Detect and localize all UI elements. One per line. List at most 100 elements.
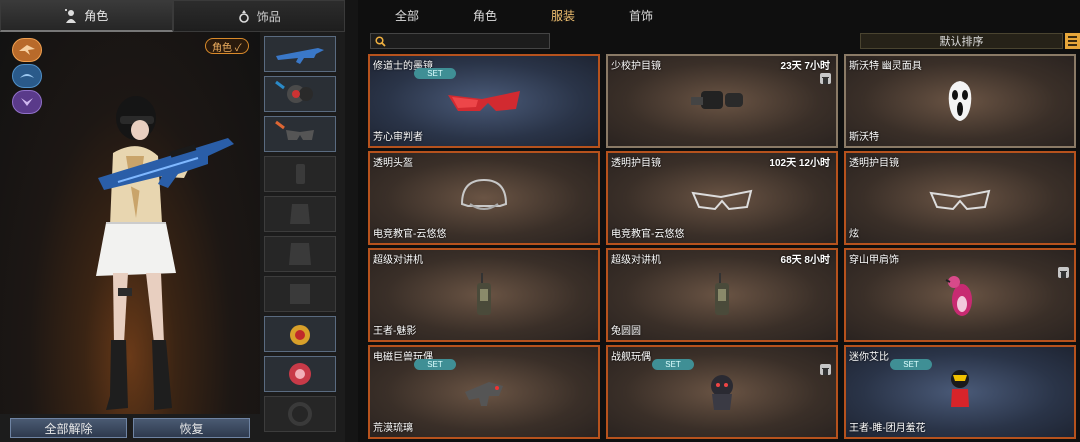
item-card[interactable]: 透明护目镜 炫 bbox=[844, 151, 1076, 245]
trash-icon[interactable] bbox=[1058, 267, 1069, 278]
item-card[interactable]: 透明头盔 电竞教官-云悠悠 bbox=[368, 151, 600, 245]
item-card[interactable]: 斯沃特 幽灵面具 斯沃特 bbox=[844, 54, 1076, 148]
body-armor-placeholder-icon bbox=[289, 243, 311, 265]
item-name: 少校护目镜 bbox=[611, 61, 661, 72]
item-name: 穿山甲肩饰 bbox=[849, 255, 899, 266]
radio-placeholder-icon bbox=[296, 164, 305, 184]
equipment-slots bbox=[262, 36, 338, 442]
slot-radio[interactable] bbox=[264, 156, 336, 192]
set-badge: SET bbox=[414, 359, 456, 370]
faction-blue-emblem[interactable] bbox=[12, 64, 42, 88]
item-card[interactable]: 战舰玩偶 SET bbox=[606, 345, 838, 439]
search-input[interactable] bbox=[370, 33, 550, 49]
tab-accessories-label: 饰品 bbox=[256, 9, 281, 24]
walkie-talkie-icon bbox=[715, 273, 729, 315]
sort-dropdown[interactable]: 默认排序 bbox=[860, 33, 1063, 49]
trash-icon[interactable] bbox=[820, 73, 831, 84]
character-preview[interactable]: 角色 ✓ bbox=[0, 32, 260, 414]
item-name: 战舰玩偶 bbox=[611, 352, 651, 363]
role-badge[interactable]: 角色 ✓ bbox=[205, 38, 249, 54]
slot-accessory-1[interactable] bbox=[264, 316, 336, 352]
wings-icon bbox=[20, 74, 34, 78]
character-model bbox=[96, 96, 234, 410]
ring-placeholder-icon bbox=[288, 402, 312, 426]
tab-clothing[interactable]: 服装 bbox=[524, 0, 602, 30]
clear-helmet-icon bbox=[460, 178, 508, 210]
item-grid: 修道士的墨镜 SET 芳心审判者 少校护目镜 23天 7小时 斯沃特 幽灵面具 … bbox=[368, 54, 1080, 440]
item-time-left: 102天 12小时 bbox=[769, 158, 830, 169]
battleship-toy-icon bbox=[711, 375, 733, 410]
item-card[interactable]: 少校护目镜 23天 7小时 bbox=[606, 54, 838, 148]
item-name: 迷你艾比 bbox=[849, 352, 889, 363]
character-panel: 角色 饰品 角色 ✓ 全部解除 恢复 bbox=[0, 0, 345, 442]
slot-head[interactable] bbox=[264, 76, 336, 112]
trash-icon[interactable] bbox=[820, 364, 831, 375]
category-tab-bar: 全部 角色 服装 首饰 bbox=[358, 0, 1080, 30]
item-owner: 王者-魅影 bbox=[373, 326, 417, 337]
slot-accessory-2[interactable] bbox=[264, 356, 336, 392]
clear-goggles-icon bbox=[929, 189, 991, 211]
bird-icon bbox=[21, 98, 33, 106]
inventory-screen: 角色 饰品 角色 ✓ 全部解除 恢复 全部 角色 服装 首饰 默认排序 修道士的… bbox=[0, 0, 1080, 442]
tab-jewelry[interactable]: 首饰 bbox=[602, 0, 680, 30]
item-card[interactable]: 超级对讲机 68天 8小时 兔圆圆 bbox=[606, 248, 838, 342]
sunglasses-icon bbox=[275, 120, 314, 140]
item-owner: 炫 bbox=[849, 229, 859, 240]
item-owner: 芳心审判者 bbox=[373, 132, 423, 143]
item-time-left: 23天 7小时 bbox=[780, 61, 830, 72]
slot-face[interactable] bbox=[264, 116, 336, 152]
ghost-mask-icon bbox=[948, 81, 972, 121]
red-sunglasses-icon bbox=[448, 91, 520, 111]
item-owner: 荒漠琉璃 bbox=[373, 423, 413, 434]
item-name: 斯沃特 幽灵面具 bbox=[849, 61, 922, 72]
sort-label: 默认排序 bbox=[939, 36, 984, 48]
vest-placeholder-icon bbox=[290, 204, 310, 224]
tab-character[interactable]: 角色 bbox=[0, 0, 173, 32]
walkie-talkie-icon bbox=[477, 273, 491, 315]
mech-beast-toy-icon bbox=[465, 382, 503, 406]
faction-purple-emblem[interactable] bbox=[12, 90, 42, 114]
item-time-left: 68天 8小时 bbox=[780, 255, 830, 266]
unequip-all-button[interactable]: 全部解除 bbox=[10, 418, 127, 438]
slot-body[interactable] bbox=[264, 236, 336, 272]
character-actions: 全部解除 恢复 bbox=[0, 416, 260, 442]
item-card[interactable]: 迷你艾比 SET 王者-雎-团月羞花 bbox=[844, 345, 1076, 439]
item-name: 透明头盔 bbox=[373, 158, 413, 169]
ring-icon bbox=[238, 10, 249, 23]
left-tab-bar: 角色 饰品 bbox=[0, 0, 345, 32]
slot-weapon[interactable] bbox=[264, 36, 336, 72]
faction-orange-emblem[interactable] bbox=[12, 38, 42, 62]
tab-role[interactable]: 角色 bbox=[446, 0, 524, 30]
restore-button[interactable]: 恢复 bbox=[133, 418, 250, 438]
item-name: 透明护目镜 bbox=[849, 158, 899, 169]
slot-legs[interactable] bbox=[264, 276, 336, 312]
pangolin-shoulder-icon bbox=[945, 276, 972, 316]
pants-placeholder-icon bbox=[290, 284, 310, 304]
eagle-icon bbox=[19, 45, 35, 55]
gold-ring-icon bbox=[290, 325, 310, 345]
item-card[interactable]: 穿山甲肩饰 bbox=[844, 248, 1076, 342]
character-icon bbox=[65, 8, 77, 23]
item-owner: 电竞教官-云悠悠 bbox=[373, 229, 447, 240]
item-card[interactable]: 透明护目镜 102天 12小时 电竞教官-云悠悠 bbox=[606, 151, 838, 245]
night-vision-goggles-icon bbox=[691, 91, 743, 109]
item-card[interactable]: 超级对讲机 王者-魅影 bbox=[368, 248, 600, 342]
item-card[interactable]: 修道士的墨镜 SET 芳心审判者 bbox=[368, 54, 600, 148]
tab-all[interactable]: 全部 bbox=[368, 0, 446, 30]
tab-accessories[interactable]: 饰品 bbox=[172, 0, 345, 32]
set-badge: SET bbox=[890, 359, 932, 370]
menu-button[interactable] bbox=[1065, 33, 1080, 49]
item-name: 透明护目镜 bbox=[611, 158, 661, 169]
item-owner: 斯沃特 bbox=[849, 132, 879, 143]
item-owner: 王者-雎-团月羞花 bbox=[849, 423, 926, 434]
item-card[interactable]: 电磁巨兽玩偶 SET 荒漠琉璃 bbox=[368, 345, 600, 439]
item-name: 超级对讲机 bbox=[373, 255, 423, 266]
role-badge-label: 角色 ✓ bbox=[212, 42, 242, 54]
slot-accessory-3[interactable] bbox=[264, 396, 336, 432]
slot-vest[interactable] bbox=[264, 196, 336, 232]
item-name: 超级对讲机 bbox=[611, 255, 661, 266]
item-owner: 电竞教官-云悠悠 bbox=[611, 229, 685, 240]
rifle-icon bbox=[276, 48, 324, 64]
search-icon bbox=[375, 36, 386, 47]
item-browser: 全部 角色 服装 首饰 默认排序 修道士的墨镜 SET 芳心审判者 少校护目镜 … bbox=[358, 0, 1080, 442]
